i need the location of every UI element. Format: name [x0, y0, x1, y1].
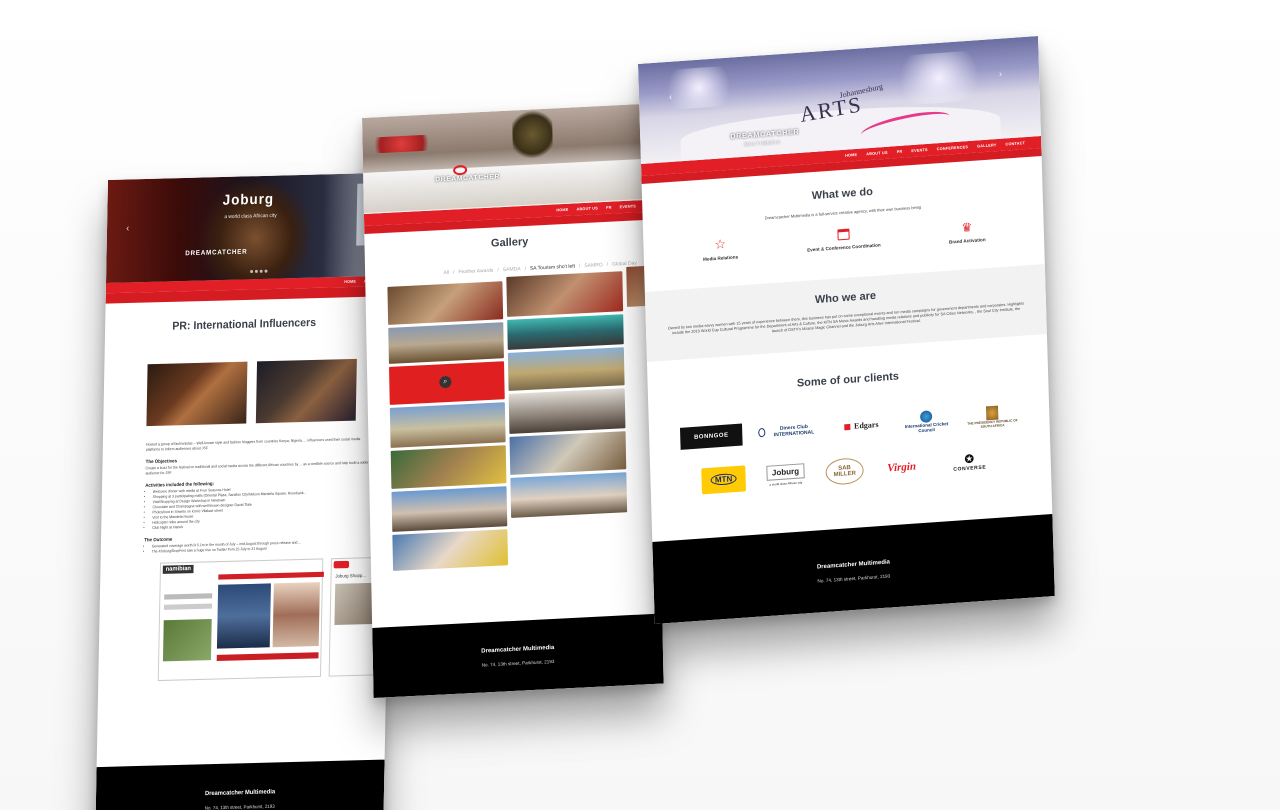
left-hero-slider[interactable]: Joburg a world class African city DREAMC… — [106, 172, 396, 283]
client-logo-icc[interactable]: International Cricket Council — [902, 405, 951, 438]
youtube-icon — [333, 560, 350, 569]
activities-list: Welcome dinner with media at Four Season… — [152, 484, 371, 531]
right-page: ARTS Johannesburg DREAMCATCHER MULTIMEDI… — [638, 36, 1055, 624]
client-logo-edgars[interactable]: Edgars — [836, 413, 887, 439]
gallery-image[interactable] — [388, 322, 505, 364]
service-label: Brand Activation — [948, 237, 986, 245]
gallery-image[interactable] — [509, 388, 626, 434]
gallery-image[interactable] — [507, 314, 624, 350]
nav-conferences[interactable]: CONFERENCES — [937, 145, 968, 151]
filter-samro[interactable]: SAMRO — [584, 262, 602, 269]
nav-home[interactable]: HOME — [845, 153, 857, 158]
press-clippings: namibian Joburg Shopp... — [157, 556, 389, 682]
right-footer: Dreamcatcher Multimedia No. 74, 13th str… — [652, 514, 1055, 624]
calendar-icon — [837, 228, 850, 241]
gallery-image[interactable] — [506, 271, 623, 317]
mockup-stage: Joburg a world class African city DREAMC… — [0, 0, 1280, 810]
icc-globe-icon — [919, 409, 933, 423]
nav-home[interactable]: HOME — [556, 208, 568, 213]
client-logo-bonngoe[interactable]: BONNGOE — [679, 423, 743, 450]
influencers-photo-2[interactable] — [255, 358, 357, 424]
intro-text: Hosted a group of fashionistas – Well-kn… — [145, 436, 361, 452]
client-logo-presidency[interactable]: THE PRESIDENCY REPUBLIC OF SOUTH AFRICA — [966, 400, 1019, 434]
nav-events[interactable]: EVENTS — [911, 148, 928, 153]
nav-contact[interactable]: CONTACT — [1005, 141, 1025, 146]
diners-club-icon — [758, 427, 766, 438]
gallery-image[interactable]: ⌕ — [389, 361, 506, 405]
page-title: PR: International Influencers — [172, 316, 317, 333]
clipping-namibian[interactable]: namibian — [157, 558, 324, 682]
filter-samda[interactable]: SAMDA — [503, 266, 521, 273]
service-brand-activation: ♛ Brand Activation — [922, 217, 1013, 246]
middle-footer: Dreamcatcher Multimedia No. 74, 13th str… — [372, 613, 664, 698]
clipping-brand: namibian — [162, 564, 194, 574]
influencers-photo-1[interactable] — [146, 361, 248, 427]
client-logo-mtn[interactable]: MTN — [701, 464, 747, 495]
client-logo-joburg[interactable]: Joburg a world class African city — [761, 456, 810, 493]
converse-star-icon: ✪ — [964, 452, 975, 466]
client-logo-sab-miller[interactable]: SAB MILLER — [825, 456, 865, 486]
gallery-column-2 — [506, 271, 628, 568]
nav-home[interactable]: HOME — [344, 280, 356, 284]
slider-prev-icon[interactable]: ‹ — [126, 223, 129, 233]
nav-pr[interactable]: PR — [897, 150, 903, 154]
article-body: Hosted a group of fashionistas – Well-kn… — [101, 420, 392, 556]
filter-all[interactable]: All — [443, 270, 449, 276]
gallery-column-1: ⌕ — [387, 281, 509, 574]
gallery-image[interactable] — [387, 281, 504, 325]
zoom-search-icon[interactable]: ⌕ — [439, 375, 452, 389]
slider-prev-icon[interactable]: ‹ — [669, 92, 672, 102]
gallery-title: Gallery — [490, 235, 529, 250]
footer-address: No. 74, 13th street, Parkhurst, 2193 — [204, 803, 275, 810]
middle-hero-slider[interactable]: DREAMCATCHER — [362, 103, 654, 214]
service-label: Event & Conference Coordination — [807, 242, 881, 253]
hero-brand-text: Joburg — [222, 190, 275, 208]
footer-company-name: Dreamcatcher Multimedia — [204, 789, 276, 798]
service-media-relations: ☆ Media Relations — [675, 234, 766, 263]
star-icon: ☆ — [714, 236, 727, 253]
nav-about[interactable]: ABOUT US — [576, 206, 598, 211]
middle-page: DREAMCATCHER HOME ABOUT US PR EVENTS Gal… — [362, 103, 664, 698]
client-logo-diners-club[interactable]: Diners Club INTERNATIONAL — [758, 418, 821, 444]
who-we-are-section: Who we are Owned by two media-savvy wome… — [644, 264, 1047, 362]
clients-title: Some of our clients — [796, 370, 900, 390]
trophy-icon: ♛ — [961, 219, 973, 235]
slider-next-icon[interactable]: › — [999, 69, 1002, 79]
gallery-grid: ⌕ — [365, 265, 661, 576]
coat-of-arms-icon — [985, 405, 999, 421]
gallery-image[interactable] — [390, 445, 507, 489]
what-we-do-title: What we do — [811, 185, 874, 203]
clipping-video-title: Joburg Shopp... — [335, 572, 366, 579]
gallery-image[interactable] — [509, 431, 626, 475]
gallery-image[interactable] — [389, 402, 506, 448]
gallery-image[interactable] — [391, 486, 508, 532]
left-footer: Dreamcatcher Multimedia No. 74, 13th str… — [95, 759, 385, 810]
client-logo-virgin[interactable]: Virgin — [879, 454, 924, 479]
slider-dots[interactable] — [250, 269, 268, 274]
clients-grid: BONNGOE Diners Club INTERNATIONAL Edgars… — [649, 398, 1051, 502]
service-event-coordination: Event & Conference Coordination — [788, 225, 899, 256]
gallery-image[interactable] — [392, 529, 509, 571]
gallery-image[interactable] — [510, 472, 627, 518]
gallery-image[interactable] — [508, 347, 625, 391]
client-logo-converse[interactable]: ✪ CONVERSE — [939, 446, 1000, 478]
nav-about[interactable]: ABOUT US — [866, 151, 888, 157]
left-page: Joburg a world class African city DREAMC… — [95, 172, 396, 810]
photo-row — [146, 358, 392, 427]
nav-pr[interactable]: PR — [606, 206, 612, 210]
nav-events[interactable]: EVENTS — [620, 204, 636, 209]
service-label: Media Relations — [703, 254, 739, 262]
nav-gallery[interactable]: GALLERY — [977, 143, 997, 148]
